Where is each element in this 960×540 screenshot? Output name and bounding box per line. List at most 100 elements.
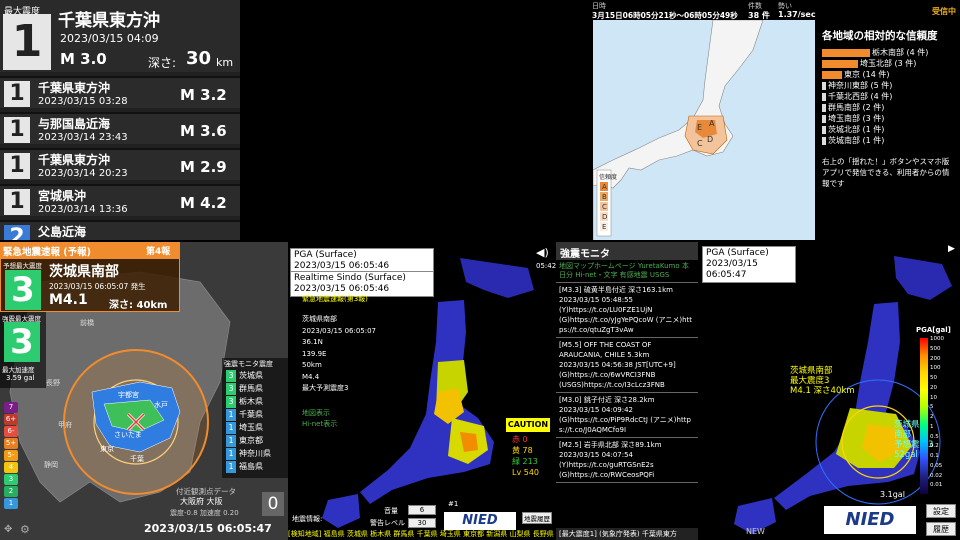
monitor-pref: 群馬県 <box>239 384 263 393</box>
quake-info-label: 地震情報: <box>292 515 323 523</box>
feed-item-link[interactable]: (G)https://t.co/6wVRCI3FNB <box>559 370 695 380</box>
quake-magnitude: M 2.9 <box>180 158 227 176</box>
map-place: 東京 <box>100 445 114 453</box>
eew-summary[interactable]: 予想最大震度 3 茨城県南部 2023/03/15 06:05:07 発生 M4… <box>0 258 180 312</box>
quake-row[interactable]: 1 千葉県東方沖 2023/03/14 20:23 M 2.9 <box>0 148 240 180</box>
station-count: Lv 540 <box>512 468 540 477</box>
quake-region: 与那国島近海 <box>38 117 111 131</box>
speaker-icon[interactable]: ◀) <box>536 246 549 259</box>
scale-tick: 500 <box>930 345 941 352</box>
scale-step: 4 <box>4 462 18 473</box>
feed-item-time: 2023/03/15 04:56:38 JST[UTC+9] <box>559 361 676 369</box>
quake-intensity: 1 <box>4 81 30 107</box>
map-place: 宇都宮 <box>118 391 139 399</box>
alert-select[interactable]: 30 <box>408 518 436 528</box>
feed-item-link[interactable]: (G)https://t.co/RWCeosPQFi <box>559 470 695 480</box>
feed-item-link[interactable]: (G)https://t.co/yJgYePQcoW (アニメ)https://… <box>559 315 695 335</box>
svg-text:A: A <box>709 119 715 128</box>
quake-row[interactable]: 1 千葉県東方沖 2023/03/15 03:28 M 3.2 <box>0 76 240 108</box>
scale-step: 2 <box>4 486 18 497</box>
eew-text-time: 2023/03/15 06:05:07 <box>302 326 377 335</box>
quake-region: 千葉県東方沖 <box>38 81 111 95</box>
eew-text-title: 緊急地震速報(第3報) <box>302 295 368 303</box>
quake-row[interactable]: 1 与那国島近海 2023/03/14 23:43 M 3.6 <box>0 112 240 144</box>
monitor-row: 1 東京都 <box>226 435 271 447</box>
near-intensity: 0 <box>262 492 284 516</box>
eew-title: 緊急地震速報 (予報) <box>3 247 91 258</box>
feed-title: 強震モニタ <box>556 242 698 260</box>
history-button-2[interactable]: 履歴 <box>926 522 956 536</box>
map-place: 長野 <box>46 379 60 387</box>
play-icon[interactable]: ▶ <box>948 244 955 254</box>
latest-quake[interactable]: 最大震度 1 千葉県東方沖 2023/03/15 04:09 M 3.0 深さ:… <box>0 0 240 72</box>
gear-icon[interactable]: ⚙ <box>20 523 30 536</box>
eew-magnitude: M4.1 <box>49 292 88 308</box>
reliability-label: 千葉北西部 (4 件) <box>828 92 893 101</box>
quake-intensity: 1 <box>4 153 30 179</box>
epicenter-max: 最大震度3 <box>790 376 830 386</box>
gal-readout: 3.1gal <box>880 490 905 499</box>
feed-item[interactable]: [M2.5] 岩手県北部 深さ89.1km 2023/03/15 04:07:54… <box>556 438 698 483</box>
feed-item-link[interactable]: (G)https://t.co/PiP9RdcCtJ (アニメ)https://… <box>559 415 695 435</box>
eew-text-max: 最大予測震度3 <box>302 384 349 392</box>
feed-item[interactable]: [M3.0] 銚子付近 深さ28.2km 2023/03/15 04:09:42(… <box>556 393 698 438</box>
legend-level: B <box>602 193 607 201</box>
quake-intensity: 1 <box>4 117 30 143</box>
nied-logo-2: NIED <box>824 506 916 534</box>
user-report-map[interactable]: E A D C ABCDE <box>593 20 815 240</box>
monitor-row: 3 栃木県 <box>226 396 271 408</box>
eew-links[interactable]: 地図表示 Hi-net表示 <box>302 408 337 430</box>
color-scale-bar <box>920 338 928 494</box>
feed-item-link[interactable]: (Y)https://t.co/guRTGSnE2s <box>559 460 695 470</box>
scale-step: 1 <box>4 498 18 509</box>
feed-item-time: 2023/03/15 05:48:55 <box>559 296 634 304</box>
feed-item-head: [M3.3] 硫黄半島付近 深さ163.1km <box>559 286 673 294</box>
monitor-pref: 神奈川県 <box>239 449 271 458</box>
feed-item-link[interactable]: (Y)https://t.co/LU0FZE1UjN <box>559 305 695 315</box>
eew-observed: 強震最大震度 3 最大加速度 3.59 gal <box>0 312 46 388</box>
scale-tick: 5 <box>930 404 934 411</box>
feed-footer: [最大震度1] (気象庁発表) 千葉県東方 <box>556 528 698 540</box>
feed-links[interactable]: 地図マップホームページ YuretaKumo 本日分 Hi-net・文字 有感地… <box>556 260 698 283</box>
latest-region: 千葉県東方沖 <box>58 11 160 31</box>
hinet-link[interactable]: Hi-net表示 <box>302 419 337 430</box>
eew-report-no: 第4報 <box>146 247 171 257</box>
scale-step: 3 <box>4 474 18 485</box>
legend-level: D <box>602 213 607 221</box>
feed-item-link[interactable]: (USGS)https://t.co/I3cLcz3FNB <box>559 380 695 390</box>
eew-text-lat: 36.1N <box>302 338 323 346</box>
monitor-int: 1 <box>226 435 236 447</box>
feed-item[interactable]: [M3.3] 硫黄半島付近 深さ163.1km 2023/03/15 05:48:… <box>556 283 698 338</box>
reliability-label: 栃木南部 (4 件) <box>872 48 929 57</box>
quake-region: 千葉県東方沖 <box>38 153 111 167</box>
pga-monitor-2: PGA (Surface) 2023/03/15 06:05:47 ▶ 茨城県南… <box>698 242 960 540</box>
latest-depth-unit: km <box>216 56 234 69</box>
scale-step: 5+ <box>4 438 18 449</box>
reliability-row: 東京 (14 件) <box>822 70 928 80</box>
quake-intensity: 1 <box>4 189 30 215</box>
map-link[interactable]: 地図表示 <box>302 408 337 419</box>
scale-tick: 0.5 <box>930 433 939 440</box>
scale-tick: 1 <box>930 423 934 430</box>
near-place: 大阪府 大阪 <box>180 497 223 506</box>
location-icon[interactable]: ✥ <box>4 524 12 535</box>
reliability-label: 神奈川東部 (5 件) <box>828 81 893 90</box>
quake-row[interactable]: 2 父島近海 <box>0 220 240 240</box>
monitor-rows: 3 茨城県 3 群馬県 3 栃木県 1 千葉県 1 埼玉県 1 東京都 1 神奈川県 1 福島県 <box>226 370 271 474</box>
reliability-label: 群馬南部 (2 件) <box>828 103 885 112</box>
monitor-pref: 埼玉県 <box>239 423 263 432</box>
pga-label: PGA (Surface) <box>294 250 357 260</box>
monitor-title: 強震モニタ震度 <box>224 360 273 368</box>
monitor-int: 1 <box>226 409 236 421</box>
reliability-title: 各地域の相対的な信頼度 <box>822 30 938 42</box>
quake-row[interactable]: 1 宮城県沖 2023/03/14 13:36 M 4.2 <box>0 184 240 216</box>
volume-select[interactable]: 6 <box>408 505 436 515</box>
reliability-row: 茨城南部 (1 件) <box>822 136 928 146</box>
twitter-feed: 強震モニタ 地図マップホームページ YuretaKumo 本日分 Hi-net・… <box>556 242 698 540</box>
feed-item[interactable]: [M5.5] OFF THE COAST OF ARAUCANIA, CHILE… <box>556 338 698 393</box>
history-button[interactable]: 地震履歴 <box>522 512 552 524</box>
settings-button[interactable]: 設定 <box>926 504 956 518</box>
map-place: 前橋 <box>80 319 94 327</box>
sindo-label: Realtime Sindo (Surface) <box>294 273 406 283</box>
scale-tick: 10 <box>930 394 937 401</box>
